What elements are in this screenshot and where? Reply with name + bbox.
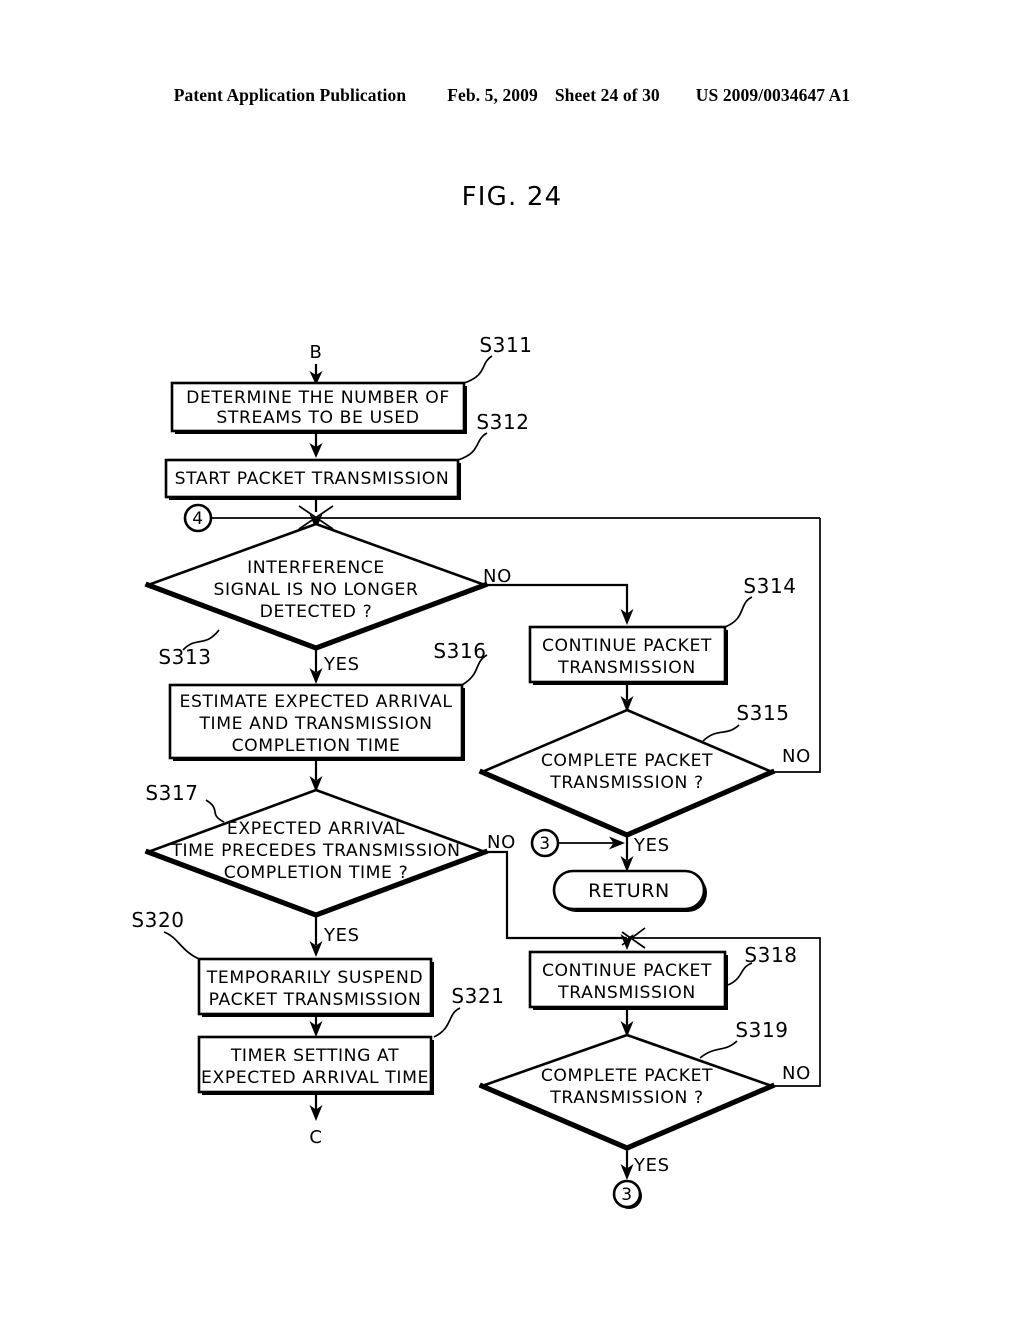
connector-circle-3-bottom: 3 [612, 1179, 642, 1209]
leader-s312 [457, 432, 488, 461]
leader-s320 [163, 931, 200, 960]
patent-page: Patent Application Publication Feb. 5, 2… [0, 0, 1024, 1320]
branch-label-s319-no: NO [782, 1063, 811, 1084]
wire-s319-yes [620, 1148, 634, 1180]
arrow-s314-to-s315 [620, 682, 634, 712]
node-s316: ESTIMATE EXPECTED ARRIVAL TIME AND TRANS… [168, 683, 465, 761]
node-s311-line1: DETERMINE THE NUMBER OF [186, 388, 450, 408]
flowchart-diagram: B DETERMINE THE NUMBER OF STREAMS TO BE … [131, 333, 821, 1209]
merge-arrow-into-s318 [620, 927, 646, 950]
wire-s315-no [772, 518, 821, 773]
node-s318: CONTINUE PACKET TRANSMISSION [528, 950, 728, 1010]
connector-b-label: B [310, 342, 323, 363]
node-s314: CONTINUE PACKET TRANSMISSION [528, 625, 728, 685]
node-s314-line1: CONTINUE PACKET [542, 636, 712, 656]
step-label-s312: S312 [476, 410, 529, 434]
node-s311-line2: STREAMS TO BE USED [216, 408, 419, 428]
connector-circle-4-label: 4 [192, 509, 203, 529]
step-label-s314: S314 [743, 574, 796, 598]
leader-s321 [433, 1007, 461, 1038]
leader-s317 [205, 799, 225, 823]
node-s313-line2: SIGNAL IS NO LONGER [213, 580, 418, 600]
step-label-s320: S320 [131, 908, 184, 932]
step-label-s321: S321 [451, 984, 504, 1008]
step-label-s318: S318 [744, 943, 797, 967]
node-s316-line2: TIME AND TRANSMISSION [198, 714, 432, 734]
wire-circle3mid-to-return [558, 836, 625, 850]
wire-s313-yes [309, 648, 323, 684]
node-s312-line1: START PACKET TRANSMISSION [175, 469, 450, 489]
branch-label-s313-no: NO [483, 566, 512, 587]
branch-label-s319-yes: YES [633, 1155, 670, 1176]
connector-circle-3-mid: 3 [530, 828, 560, 858]
node-s317: EXPECTED ARRIVAL TIME PRECEDES TRANSMISS… [144, 788, 489, 918]
node-s318-line1: CONTINUE PACKET [542, 961, 712, 981]
node-s313-line1: INTERFERENCE [247, 558, 385, 578]
step-label-s319: S319 [735, 1018, 788, 1042]
wire-s317-yes [309, 915, 323, 957]
node-s319-line2: TRANSMISSION ? [549, 1088, 703, 1108]
leader-s315 [702, 724, 740, 742]
step-label-s316: S316 [433, 639, 486, 663]
node-s317-line3: COMPLETION TIME ? [224, 863, 409, 883]
node-s317-line1: EXPECTED ARRIVAL [227, 819, 405, 839]
arrow-s321-to-c [309, 1092, 323, 1121]
node-s315-line1: COMPLETE PACKET [541, 751, 713, 771]
node-s321: TIMER SETTING AT EXPECTED ARRIVAL TIME [197, 1035, 434, 1095]
node-s320-line1: TEMPORARILY SUSPEND [206, 968, 423, 988]
branch-label-s315-no: NO [782, 746, 811, 767]
node-s319: COMPLETE PACKET TRANSMISSION ? [478, 1033, 776, 1151]
node-s312: START PACKET TRANSMISSION [164, 458, 461, 500]
node-s320-line2: PACKET TRANSMISSION [209, 990, 422, 1010]
connector-circle-4: 4 [183, 503, 213, 533]
node-s319-line1: COMPLETE PACKET [541, 1066, 713, 1086]
arrow-s311-to-s312 [309, 431, 323, 458]
branch-label-s317-yes: YES [323, 925, 360, 946]
connector-circle-3-mid-label: 3 [539, 834, 550, 854]
branch-label-s315-yes: YES [633, 835, 670, 856]
node-s313: INTERFERENCE SIGNAL IS NO LONGER DETECTE… [144, 522, 489, 651]
node-s314-line2: TRANSMISSION [557, 658, 696, 678]
node-s315: COMPLETE PACKET TRANSMISSION ? [478, 708, 776, 838]
node-s316-line1: ESTIMATE EXPECTED ARRIVAL [179, 692, 452, 712]
step-label-s313: S313 [158, 645, 211, 669]
node-s315-line2: TRANSMISSION ? [549, 773, 703, 793]
node-s318-line2: TRANSMISSION [557, 983, 696, 1003]
branch-label-s313-yes: YES [323, 654, 360, 675]
node-s317-line2: TIME PRECEDES TRANSMISSION [170, 841, 460, 861]
step-label-s311: S311 [479, 333, 532, 357]
leader-s314 [724, 596, 753, 628]
step-label-s315: S315 [736, 701, 789, 725]
leader-s311 [463, 355, 493, 384]
node-return: RETURN [552, 869, 707, 912]
wire-s315-yes [620, 835, 634, 872]
node-s320: TEMPORARILY SUSPEND PACKET TRANSMISSION [197, 957, 434, 1017]
step-label-s317: S317 [145, 781, 198, 805]
node-s316-line3: COMPLETION TIME [232, 736, 401, 756]
arrow-s318-to-s319 [620, 1007, 634, 1037]
node-s313-line3: DETECTED ? [260, 602, 373, 622]
wire-s313-no [485, 583, 634, 625]
node-return-label: RETURN [588, 880, 670, 902]
arrow-s320-to-s321 [309, 1014, 323, 1037]
arrow-s316-to-s317 [309, 761, 323, 792]
branch-label-s317-no: NO [487, 832, 516, 853]
node-s321-line1: TIMER SETTING AT [230, 1046, 399, 1066]
connector-circle-3-bottom-label: 3 [621, 1185, 632, 1205]
node-s321-line2: EXPECTED ARRIVAL TIME [201, 1068, 429, 1088]
node-s311: DETERMINE THE NUMBER OF STREAMS TO BE US… [170, 381, 467, 434]
leader-s319 [699, 1040, 738, 1059]
connector-c-label: C [309, 1127, 322, 1148]
